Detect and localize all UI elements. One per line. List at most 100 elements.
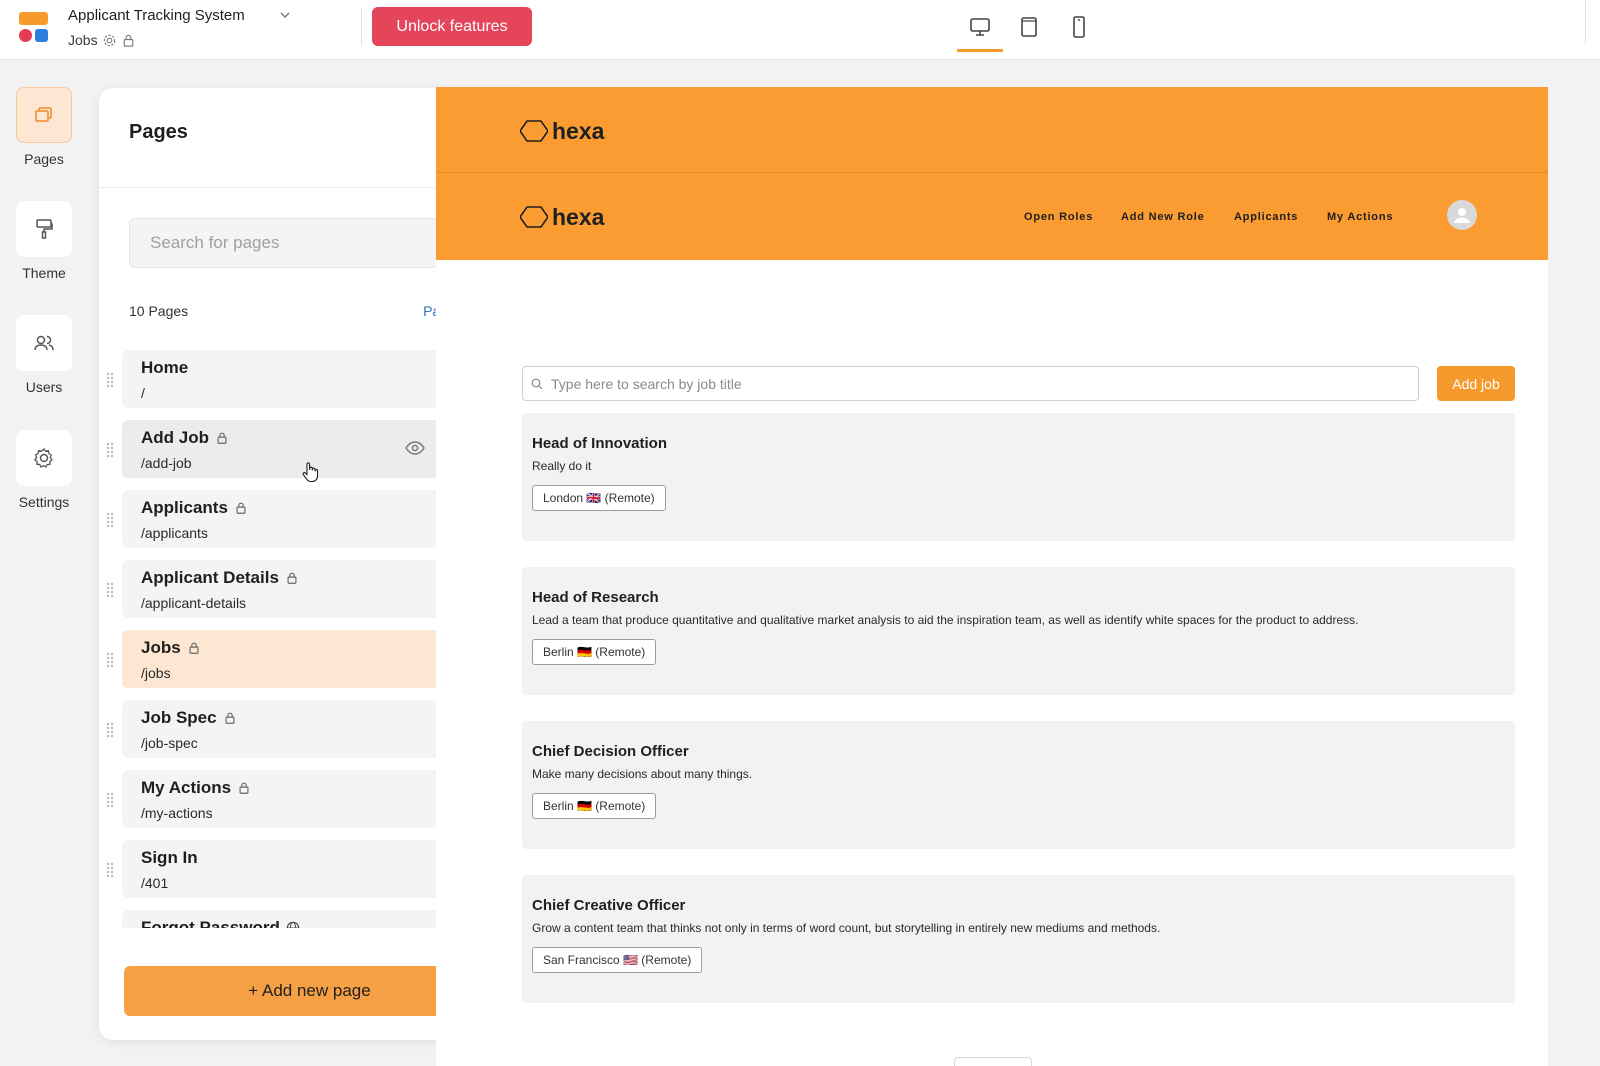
lock-icon <box>123 34 133 47</box>
rail-label: Users <box>25 379 63 395</box>
page-search-input[interactable] <box>130 219 450 267</box>
lock-icon <box>225 712 235 724</box>
hexagon-logo-icon <box>520 206 548 228</box>
nav-link-add-new-role[interactable]: Add New Role <box>1121 211 1205 223</box>
page-item-sign-in[interactable]: Sign In /401 <box>106 840 485 898</box>
app-title[interactable]: Applicant Tracking System <box>68 7 245 24</box>
hexagon-logo-icon <box>520 120 548 142</box>
page-item-job-spec[interactable]: Job Spec /job-spec <box>106 700 485 758</box>
drag-handle-icon[interactable] <box>106 862 114 878</box>
drag-handle-icon[interactable] <box>106 372 114 388</box>
job-description: Make many decisions about many things. <box>532 767 753 781</box>
drag-handle-icon[interactable] <box>106 512 114 528</box>
preview-navbar: hexa Open Roles Add New Role Applicants … <box>436 173 1548 260</box>
desktop-icon <box>970 18 990 36</box>
page-name: Sign In <box>141 848 198 867</box>
rail-item-pages[interactable]: Pages <box>16 87 72 167</box>
pages-icon <box>35 107 52 122</box>
page-item-forgot-password[interactable]: Forgot Password <box>122 910 485 928</box>
rail-label: Theme <box>22 265 66 281</box>
rail-label: Pages <box>24 151 64 167</box>
job-search-input[interactable] <box>543 367 1403 400</box>
top-bar: Applicant Tracking System Jobs Unlock fe… <box>0 0 1600 60</box>
unlock-features-button[interactable]: Unlock features <box>372 7 532 46</box>
page-name: Jobs <box>141 638 201 658</box>
page-item-home[interactable]: Home / <box>106 350 485 408</box>
job-title: Chief Creative Officer <box>532 897 686 914</box>
job-description: Really do it <box>532 459 592 473</box>
chevron-down-icon[interactable] <box>278 8 292 22</box>
divider <box>1585 0 1586 44</box>
mobile-icon <box>1073 16 1085 38</box>
user-icon <box>1454 208 1470 223</box>
rail-label: Settings <box>18 494 70 510</box>
gear-icon <box>103 34 115 46</box>
drag-handle-icon[interactable] <box>106 652 114 668</box>
rail-item-users[interactable]: Users <box>16 315 72 395</box>
lock-icon <box>287 572 297 584</box>
job-location-tag: San Francisco 🇺🇸 (Remote) <box>532 947 703 973</box>
page-name: Forgot Password <box>141 918 300 928</box>
panel-title: Pages <box>129 121 188 143</box>
drag-handle-icon[interactable] <box>106 442 114 458</box>
page-item-my-actions[interactable]: My Actions /my-actions <box>106 770 485 828</box>
add-job-button[interactable]: Add job <box>1437 366 1515 401</box>
job-card[interactable]: Chief Decision Officer Make many decisio… <box>522 721 1515 849</box>
hand-cursor-icon <box>302 462 319 483</box>
paint-roller-icon <box>36 219 53 239</box>
page-name: My Actions <box>141 778 251 798</box>
page-path: /add-job <box>141 455 192 471</box>
page-name: Add Job <box>141 428 229 448</box>
job-description: Lead a team that produce quantitative an… <box>532 613 1359 627</box>
brand-logo[interactable]: hexa <box>520 203 604 231</box>
search-icon <box>531 378 543 390</box>
device-tablet-button[interactable] <box>1016 13 1042 41</box>
job-card[interactable]: Head of Research Lead a team that produc… <box>522 567 1515 695</box>
rail-item-theme[interactable]: Theme <box>16 201 72 281</box>
brand-logo[interactable]: hexa <box>520 117 604 145</box>
job-location-tag: London 🇬🇧 (Remote) <box>532 485 666 511</box>
avatar[interactable] <box>1447 200 1477 230</box>
users-icon <box>34 335 54 351</box>
device-desktop-button[interactable] <box>967 13 993 41</box>
page-path: /401 <box>141 875 169 891</box>
device-mobile-button[interactable] <box>1066 13 1092 41</box>
job-card[interactable]: Chief Creative Officer Grow a content te… <box>522 875 1515 1003</box>
page-item-jobs[interactable]: Jobs /jobs <box>106 630 485 688</box>
current-page-indicator: Jobs <box>68 32 136 48</box>
drag-handle-icon[interactable] <box>106 792 114 808</box>
drag-handle-icon[interactable] <box>106 582 114 598</box>
lock-icon <box>217 432 227 444</box>
nav-link-open-roles[interactable]: Open Roles <box>1024 211 1093 223</box>
app-logo[interactable] <box>18 12 50 44</box>
job-title: Head of Research <box>532 589 659 606</box>
nav-link-my-actions[interactable]: My Actions <box>1327 211 1393 223</box>
page-path: /jobs <box>141 665 171 681</box>
brand-name: hexa <box>552 203 605 230</box>
job-title: Head of Innovation <box>532 435 667 452</box>
site-preview: hexa hexa Open Roles Add New Role Applic… <box>436 87 1548 1066</box>
page-path: /job-spec <box>141 735 198 751</box>
gear-icon <box>33 448 53 468</box>
pagination[interactable] <box>954 1057 1032 1066</box>
page-path: /applicant-details <box>141 595 247 611</box>
pages-count: 10 Pages <box>129 303 189 319</box>
eye-icon[interactable] <box>405 440 425 456</box>
job-title: Chief Decision Officer <box>532 743 689 760</box>
job-description: Grow a content team that thinks not only… <box>532 921 1161 935</box>
current-page-label: Jobs <box>68 32 98 48</box>
page-item-applicants[interactable]: Applicants /applicants <box>106 490 485 548</box>
lock-icon <box>189 642 199 654</box>
brand-name: hexa <box>552 117 605 144</box>
page-name: Applicants <box>141 498 248 518</box>
active-device-indicator <box>957 49 1003 52</box>
page-path: / <box>141 385 145 401</box>
job-search <box>522 366 1419 401</box>
drag-handle-icon[interactable] <box>106 722 114 738</box>
rail-item-settings[interactable]: Settings <box>16 430 72 510</box>
job-location-tag: Berlin 🇩🇪 (Remote) <box>532 793 657 819</box>
page-item-applicant-details[interactable]: Applicant Details /applicant-details <box>106 560 485 618</box>
page-name: Job Spec <box>141 708 237 728</box>
nav-link-applicants[interactable]: Applicants <box>1234 211 1298 223</box>
job-card[interactable]: Head of Innovation Really do it London 🇬… <box>522 413 1515 541</box>
